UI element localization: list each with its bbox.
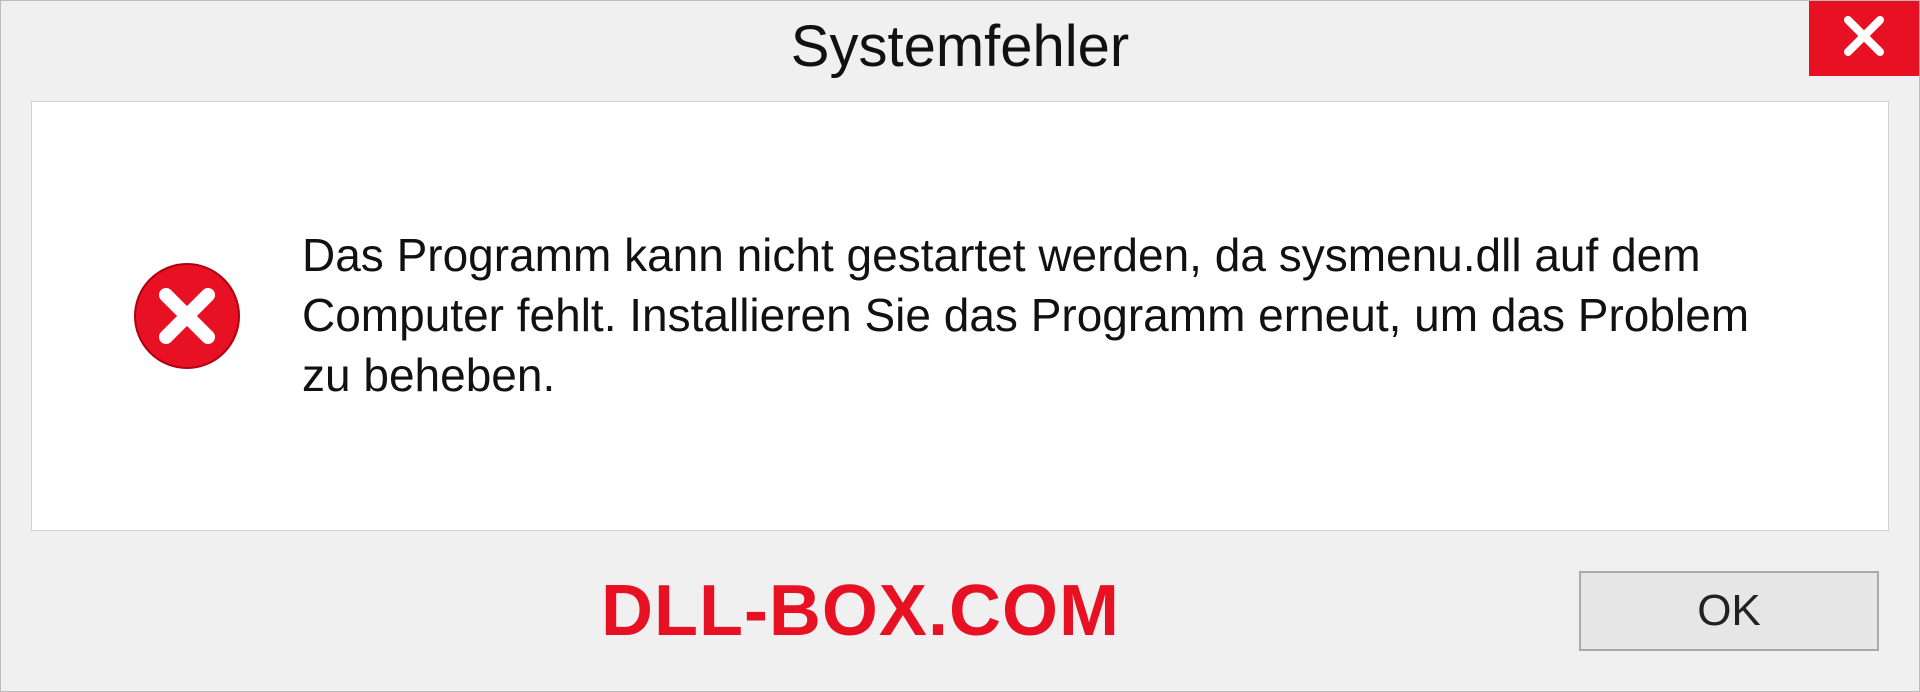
watermark-text: DLL-BOX.COM: [601, 570, 1120, 652]
ok-button[interactable]: OK: [1579, 571, 1879, 651]
titlebar: Systemfehler: [1, 1, 1919, 91]
error-message: Das Programm kann nicht gestartet werden…: [302, 226, 1808, 405]
ok-button-label: OK: [1697, 586, 1761, 636]
error-icon: [132, 261, 242, 371]
dialog-footer: DLL-BOX.COM OK: [1, 531, 1919, 691]
error-dialog: Systemfehler Das Programm kann nicht ges…: [0, 0, 1920, 692]
content-panel: Das Programm kann nicht gestartet werden…: [31, 101, 1889, 531]
dialog-title: Systemfehler: [791, 13, 1129, 80]
close-icon: [1842, 14, 1886, 63]
close-button[interactable]: [1809, 1, 1919, 76]
